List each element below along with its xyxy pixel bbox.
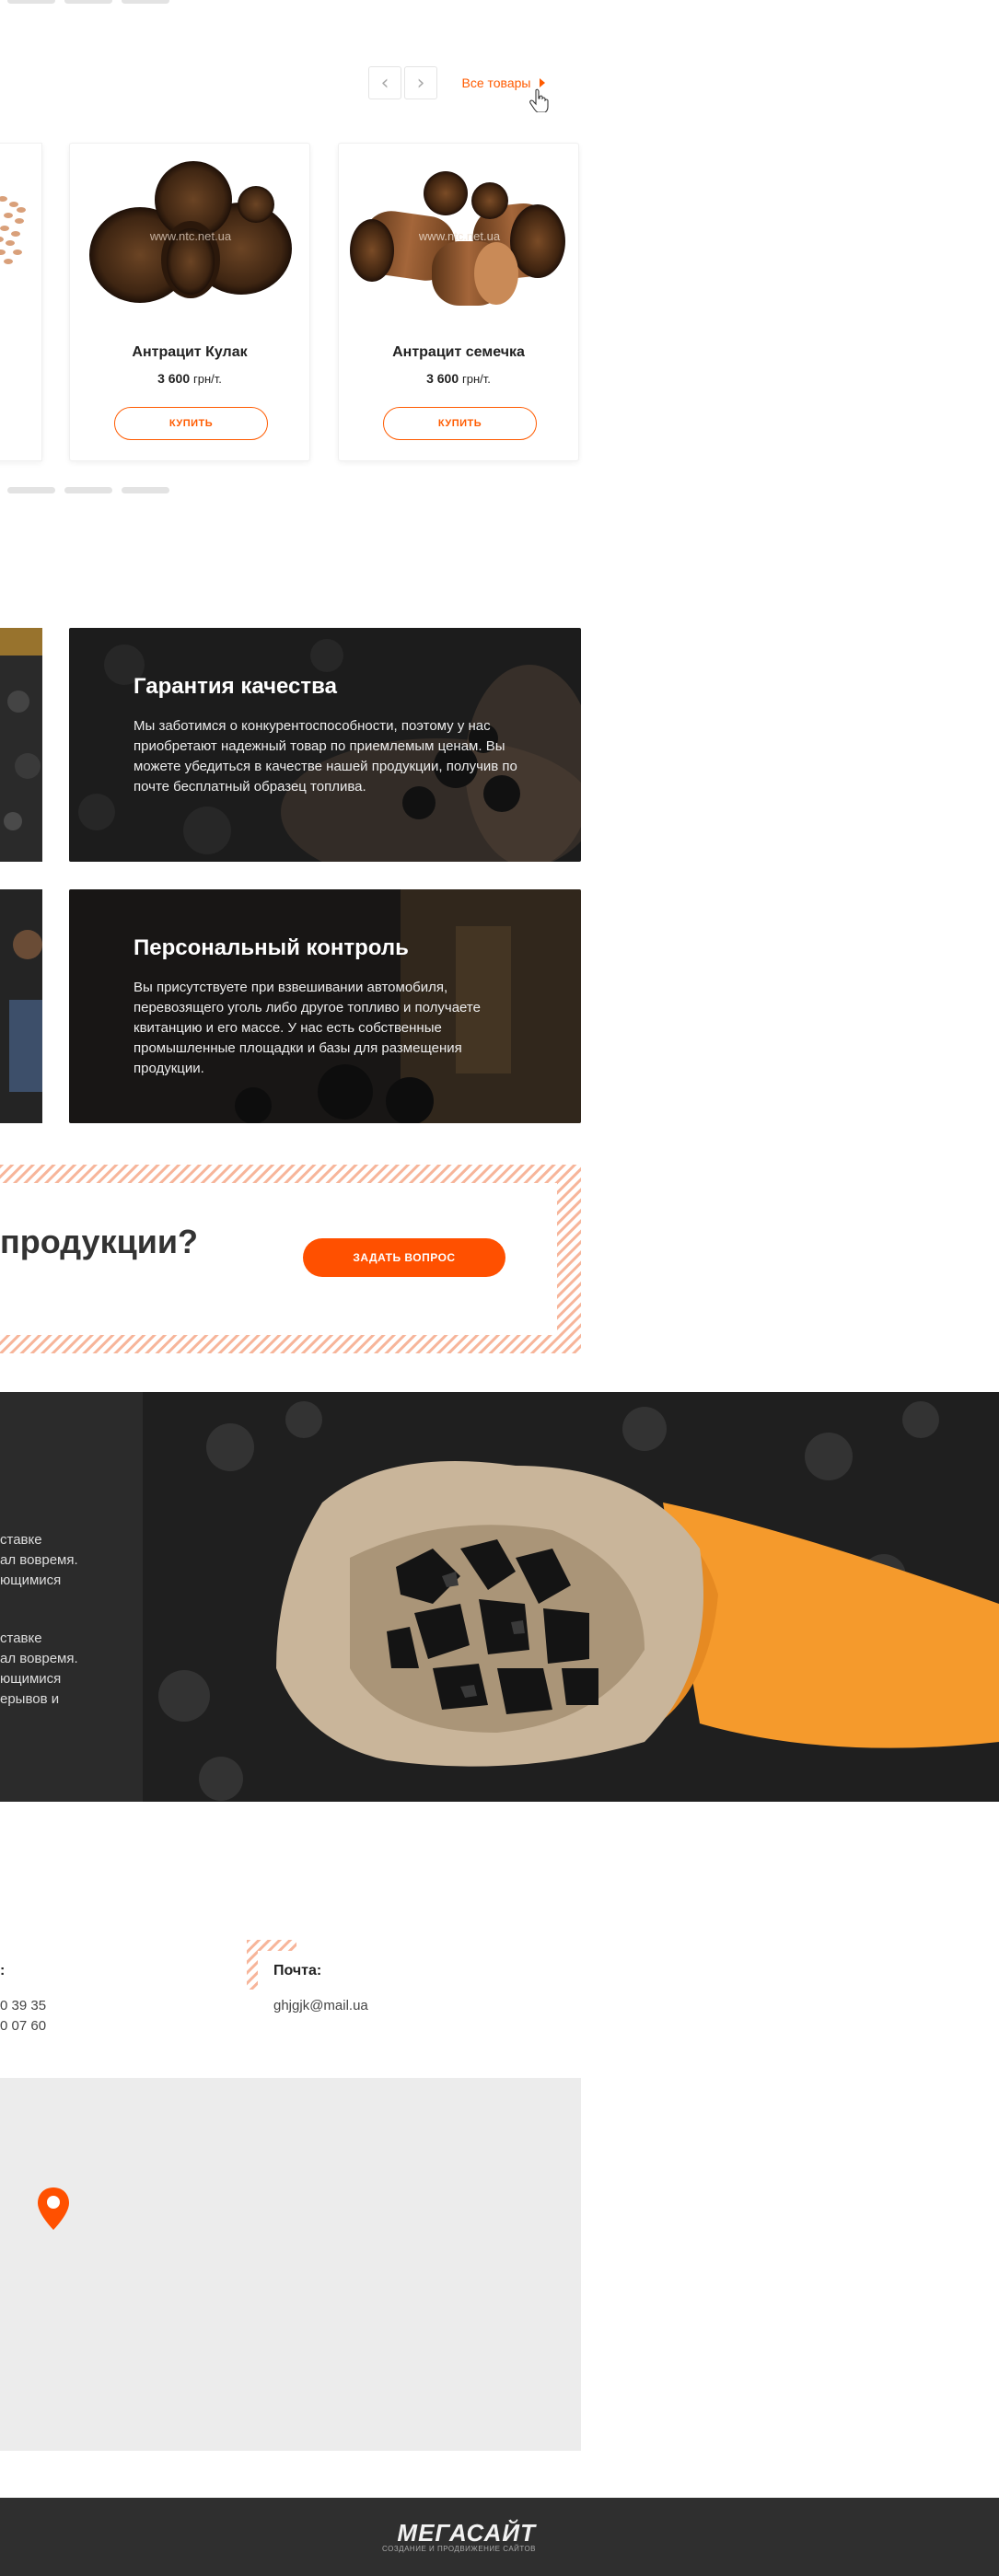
hand-cursor-icon [529, 88, 549, 112]
banner-line: ставке [0, 1532, 42, 1548]
price-unit: грн/т. [462, 372, 491, 386]
coal-banner: ставке ал вовремя. ющимися ставке ал вов… [0, 1392, 999, 1802]
banner-text-1: ставке ал вовремя. ющимися [0, 1530, 138, 1591]
email-link[interactable]: ghjgjk@mail.ua [273, 1996, 368, 2016]
slider-dot[interactable] [7, 487, 55, 493]
slider-pagination-bottom [7, 487, 169, 493]
logo-text: МЕГАСАЙТ [397, 2519, 537, 2547]
coal-gloves-image [0, 1392, 999, 1802]
coal-image [0, 628, 42, 862]
slider-dot[interactable] [122, 487, 169, 493]
question-text: продукции? [0, 1223, 198, 1260]
megasite-logo[interactable]: МЕГАСАЙТ СОЗДАНИЕ И ПРОДВИЖЕНИЕ САЙТОВ [382, 2519, 536, 2553]
feature-title: Персональный контроль [134, 935, 409, 960]
phone-list: 0 39 35 0 07 60 [0, 1996, 46, 2036]
email-label: Почта: [273, 1963, 322, 1978]
worker-image [0, 889, 42, 1123]
banner-line: ал вовремя. [0, 1552, 78, 1568]
product-card[interactable]: www.ntc.net.ua Антрацит семечка 3 600 гр… [338, 143, 579, 461]
banner-line: ющимися [0, 1572, 62, 1588]
product-card-partial [0, 143, 42, 461]
feature-control: Персональный контроль Вы присутствуете п… [69, 889, 581, 1123]
watermark: www.ntc.net.ua [418, 229, 501, 243]
logo-subtitle: СОЗДАНИЕ И ПРОДВИЖЕНИЕ САЙТОВ [382, 2545, 537, 2553]
price-unit: грн/т. [193, 372, 222, 386]
phone-number[interactable]: 0 07 60 [0, 2016, 46, 2036]
feature-quality: Гарантия качества Мы заботимся о конкуре… [69, 628, 581, 862]
feature-title: Гарантия качества [134, 674, 337, 699]
product-name: Антрацит семечка [392, 344, 525, 360]
slider-dot[interactable] [122, 0, 169, 4]
ask-question-button[interactable]: ЗАДАТЬ ВОПРОС [303, 1238, 505, 1277]
feature-text: Мы заботимся о конкурентоспособности, по… [134, 718, 517, 795]
question-section: продукции? ЗАДАТЬ ВОПРОС [0, 1165, 581, 1353]
product-price: 3 600 грн/т. [70, 371, 309, 386]
briquette-log-image: www.ntc.net.ua [350, 171, 565, 306]
banner-line: ал вовремя. [0, 1651, 78, 1666]
feature-partial-image [0, 889, 42, 1123]
watermark: www.ntc.net.ua [149, 229, 232, 243]
slider-next-button[interactable]: › [404, 66, 437, 99]
buy-button[interactable]: КУПИТЬ [383, 407, 537, 440]
chevron-right-icon: › [416, 71, 425, 95]
all-goods-label: Все товары [461, 75, 531, 90]
buy-button[interactable]: КУПИТЬ [114, 407, 268, 440]
slider-pagination-top [7, 0, 169, 4]
map[interactable] [0, 2078, 581, 2451]
price-value: 3 600 [426, 371, 459, 386]
banner-line: ерывов и [0, 1691, 60, 1707]
slider-dot[interactable] [7, 0, 55, 4]
arrow-right-icon [540, 78, 546, 87]
slider-prev-button[interactable]: ‹ [368, 66, 401, 99]
feature-partial-image [0, 628, 42, 862]
product-price: 3 600 грн/т. [339, 371, 578, 386]
phones-label: : [0, 1963, 6, 1978]
slider-dot[interactable] [64, 0, 112, 4]
banner-text-2: ставке ал вовремя. ющимися ерывов и [0, 1629, 138, 1710]
pellets-image [0, 196, 26, 264]
footer: МЕГАСАЙТ СОЗДАНИЕ И ПРОДВИЖЕНИЕ САЙТОВ [0, 2498, 999, 2576]
briquette-round-image: www.ntc.net.ua [89, 161, 292, 303]
price-value: 3 600 [157, 371, 191, 386]
banner-line: ставке [0, 1630, 42, 1646]
banner-line: ющимися [0, 1671, 62, 1687]
map-pin-icon[interactable] [38, 2187, 69, 2230]
product-card[interactable]: www.ntc.net.ua Антрацит Кулак 3 600 грн/… [69, 143, 310, 461]
product-name: Антрацит Кулак [132, 344, 248, 360]
chevron-left-icon: ‹ [380, 71, 389, 95]
phone-number[interactable]: 0 39 35 [0, 1996, 46, 2016]
feature-text: Вы присутствуете при взвешивании автомоб… [134, 980, 481, 1076]
slider-dot[interactable] [64, 487, 112, 493]
